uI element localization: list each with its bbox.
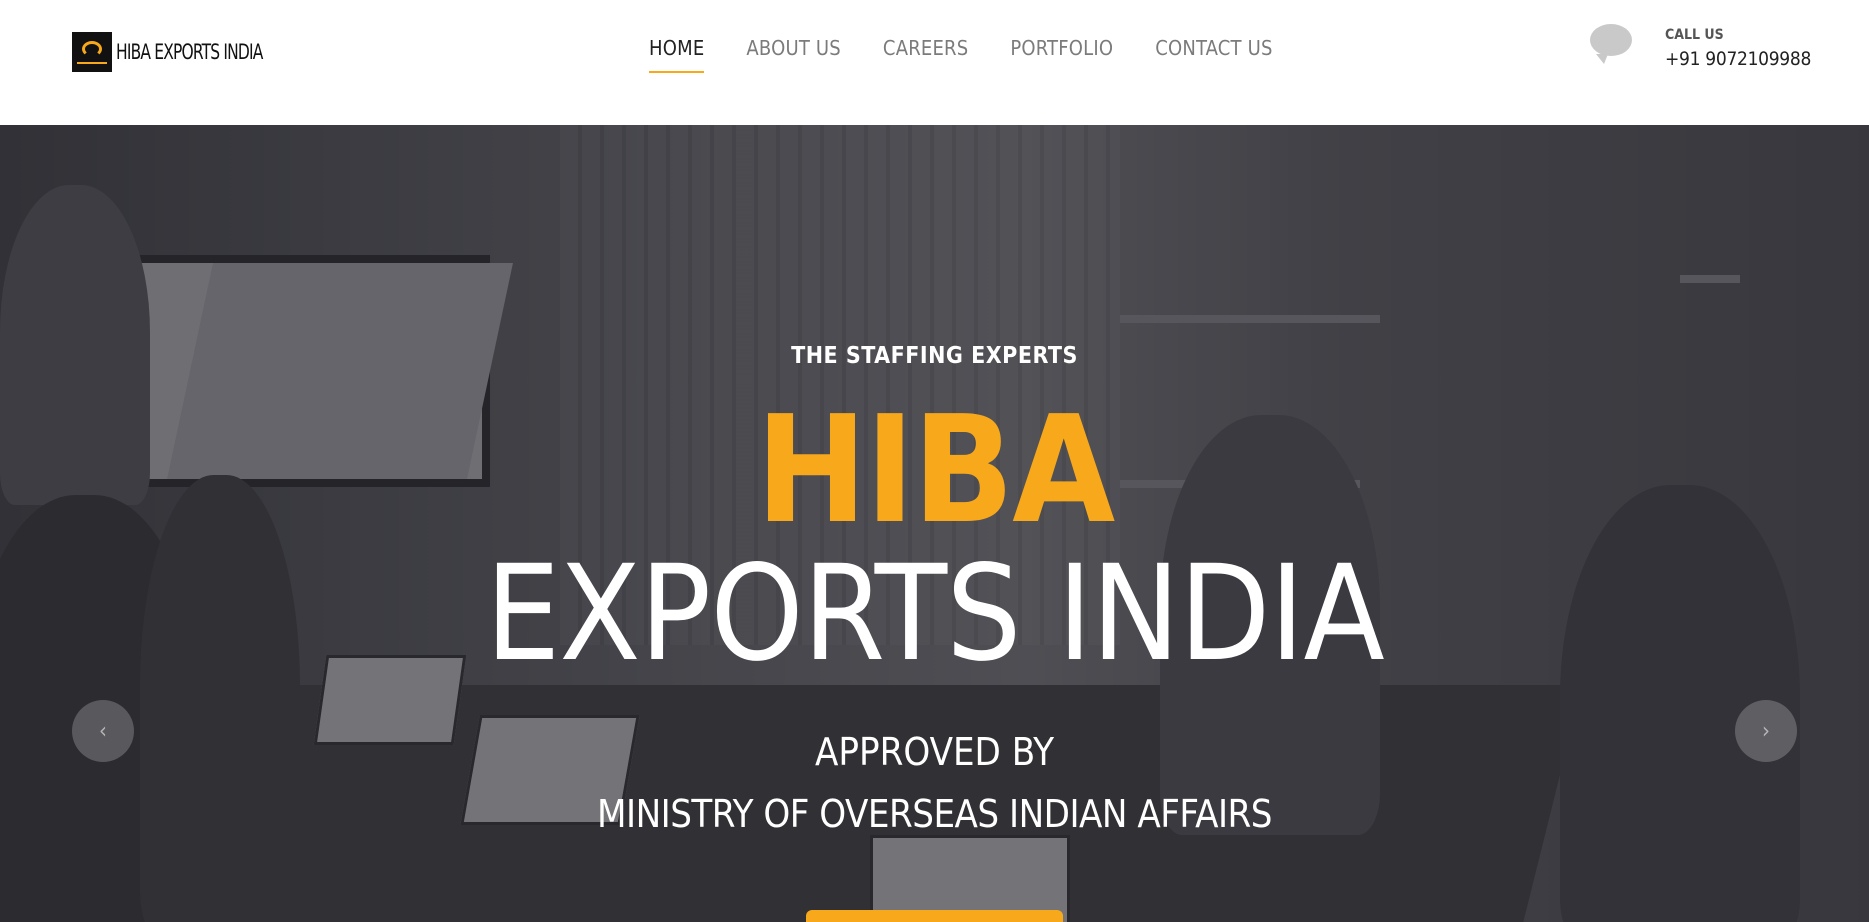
logo-text: HIBA EXPORTS INDIA	[116, 40, 263, 64]
slider-next-button[interactable]: ›	[1735, 700, 1797, 762]
nav-item-portfolio[interactable]: PORTFOLIO	[1010, 36, 1113, 60]
nav-item-label: PORTFOLIO	[1010, 36, 1114, 60]
call-us-label: CALL US	[1665, 27, 1724, 43]
main-nav: HOME ABOUT US CAREERS PORTFOLIO CONTACT …	[649, 36, 1315, 73]
hero-cta-button[interactable]	[806, 910, 1063, 922]
nav-item-label: ABOUT US	[746, 36, 841, 60]
hero-approved-line: APPROVED BY	[814, 730, 1054, 774]
chevron-left-icon: ‹	[99, 718, 107, 744]
nav-item-label: HOME	[649, 36, 705, 60]
nav-item-home[interactable]: HOME	[649, 36, 705, 73]
phone-number[interactable]: +91 9072109988	[1665, 48, 1811, 70]
hero-slider: THE STAFFING EXPERTS HIBA EXPORTS INDIA …	[0, 125, 1869, 922]
call-us-block[interactable]: CALL US +91 9072109988	[1588, 22, 1818, 82]
hero-title: EXPORTS INDIA	[485, 537, 1384, 691]
hero-tagline: THE STAFFING EXPERTS	[791, 343, 1078, 369]
site-logo[interactable]: HIBA EXPORTS INDIA	[72, 32, 295, 72]
chevron-right-icon: ›	[1762, 718, 1770, 744]
active-underline	[649, 71, 705, 73]
site-header: HIBA EXPORTS INDIA HOME ABOUT US CAREERS…	[0, 0, 1869, 125]
hero-title-highlight: HIBA	[755, 384, 1115, 556]
nav-item-label: CAREERS	[882, 36, 969, 60]
nav-item-careers[interactable]: CAREERS	[883, 36, 968, 60]
slider-prev-button[interactable]: ‹	[72, 700, 134, 762]
hero-ministry-line: MINISTRY OF OVERSEAS INDIAN AFFAIRS	[597, 792, 1272, 836]
nav-item-contact-us[interactable]: CONTACT US	[1155, 36, 1272, 60]
logo-emblem-icon	[72, 32, 112, 72]
nav-item-label: CONTACT US	[1155, 36, 1273, 60]
nav-item-about-us[interactable]: ABOUT US	[746, 36, 841, 60]
